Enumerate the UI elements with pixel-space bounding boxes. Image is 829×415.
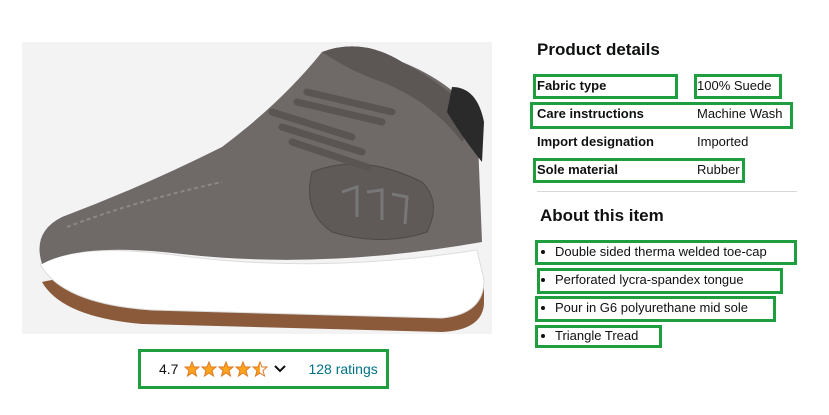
- section-divider: [537, 191, 797, 192]
- ratings-count-link[interactable]: 128 ratings: [308, 361, 377, 377]
- rating-value: 4.7: [159, 361, 179, 377]
- chevron-down-icon[interactable]: [274, 365, 287, 373]
- stars-icon: [184, 361, 269, 377]
- product-image[interactable]: [22, 42, 492, 334]
- highlight-box: [535, 296, 776, 322]
- about-item-title: About this item: [540, 206, 664, 225]
- rating-summary[interactable]: 4.7 128 ratings: [138, 349, 389, 389]
- highlight-box: [537, 268, 783, 294]
- highlight-box: [535, 240, 797, 265]
- highlight-box: [535, 325, 662, 348]
- sneaker-image: [22, 42, 492, 334]
- highlight-box: [533, 74, 678, 99]
- star-rating[interactable]: [184, 361, 269, 377]
- highlight-box: [530, 102, 793, 129]
- highlight-box: [533, 158, 745, 183]
- detail-label: Import designation: [537, 134, 654, 149]
- highlight-box: [694, 74, 782, 99]
- detail-value: Imported: [697, 134, 749, 149]
- product-details-title: Product details: [537, 40, 660, 59]
